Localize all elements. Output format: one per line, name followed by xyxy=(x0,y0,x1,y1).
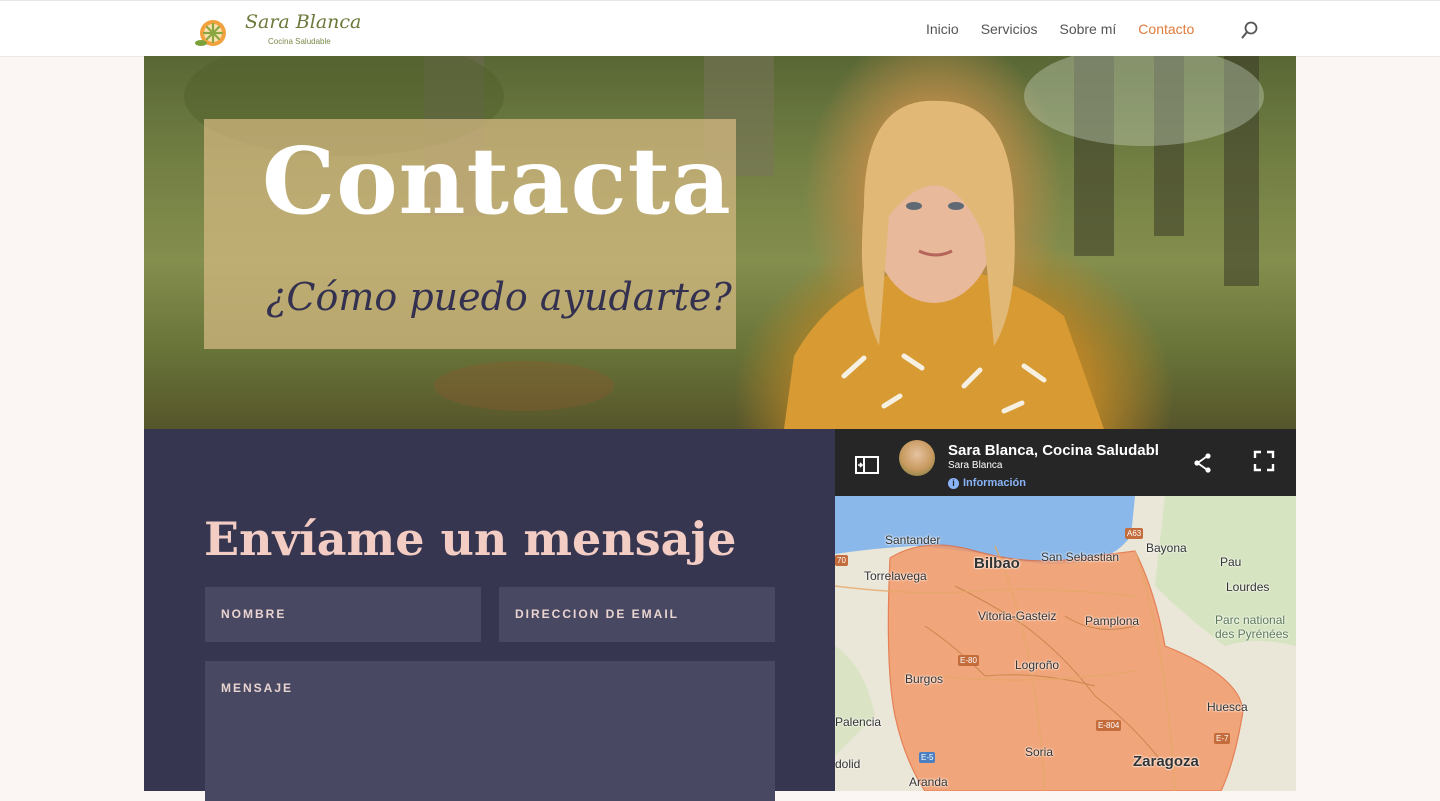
road-e5: E-5 xyxy=(919,752,936,763)
message-field[interactable]: MENSAJE xyxy=(205,661,775,801)
page-title: Contacta xyxy=(262,127,732,235)
share-icon[interactable] xyxy=(1191,451,1215,475)
map-header-bar: Sara Blanca, Cocina Saludabl Sara Blanca… xyxy=(835,429,1296,496)
map-title[interactable]: Sara Blanca, Cocina Saludabl xyxy=(948,442,1160,459)
logo-flower-icon xyxy=(195,20,226,46)
nav-item-contacto[interactable]: Contacto xyxy=(1138,20,1194,40)
main-nav: Inicio Servicios Sobre mí Contacto xyxy=(926,20,1216,40)
page-subtitle: ¿Cómo puedo ayudarte? xyxy=(266,275,732,319)
sidebar-toggle-icon[interactable] xyxy=(855,453,879,477)
map-label-huesca: Huesca xyxy=(1207,700,1248,714)
map-label-palencia: Palencia xyxy=(835,715,882,729)
map-label-san-sebastian: San Sebastian xyxy=(1041,550,1120,564)
site-header: Sara Blanca Cocina Saludable Inicio Serv… xyxy=(0,1,1440,56)
nav-item-servicios[interactable]: Servicios xyxy=(981,20,1038,40)
map-label-burgos: Burgos xyxy=(905,672,944,686)
map-label-pau: Pau xyxy=(1220,555,1242,569)
email-field[interactable]: DIRECCION DE EMAIL xyxy=(499,587,775,642)
road-e80: E-80 xyxy=(958,655,979,666)
road-a63: A63 xyxy=(1125,528,1144,539)
nav-item-sobre-mi[interactable]: Sobre mí xyxy=(1059,20,1116,40)
map-label-bayona: Bayona xyxy=(1146,541,1187,555)
map-label-vitoria-gasteiz: Vitoria-Gasteiz xyxy=(978,609,1057,623)
map-owner: Sara Blanca xyxy=(948,460,1003,471)
map-info-label: Información xyxy=(963,477,1026,489)
info-icon: i xyxy=(948,477,959,489)
road-e7: E-7 xyxy=(1214,733,1231,744)
map-embed: Sara Blanca, Cocina Saludabl Sara Blanca… xyxy=(835,429,1296,791)
hero-banner: Contacta ¿Cómo puedo ayudarte? xyxy=(144,56,1296,429)
fullscreen-icon[interactable] xyxy=(1252,449,1276,473)
avatar xyxy=(899,440,935,476)
map-label-zaragoza: Zaragoza xyxy=(1133,753,1199,770)
logo-name: Sara Blanca xyxy=(245,11,362,33)
contact-form-title: Envíame un mensaje xyxy=(204,512,737,566)
map-label-aranda: Aranda xyxy=(909,775,948,789)
map-label-valladolid: dolid xyxy=(835,757,861,771)
map-label-logrono: Logroño xyxy=(1015,658,1060,672)
nav-item-inicio[interactable]: Inicio xyxy=(926,20,959,40)
map-label-torrelavega: Torrelavega xyxy=(864,569,927,583)
road-e804: E-804 xyxy=(1096,720,1122,731)
map-label-parc-pyrenees: Parc national des Pyrénées xyxy=(1215,613,1289,641)
map-label-santander: Santander xyxy=(885,533,941,547)
road-70: 70 xyxy=(835,555,848,566)
search-icon[interactable] xyxy=(1241,21,1259,39)
map-label-soria: Soria xyxy=(1025,745,1054,759)
contact-form-section: Envíame un mensaje NOMBRE DIRECCION DE E… xyxy=(144,429,835,801)
map-label-lourdes: Lourdes xyxy=(1226,580,1270,594)
site-logo[interactable]: Sara Blanca Cocina Saludable xyxy=(193,11,363,49)
map-info-link[interactable]: i Información xyxy=(948,477,1026,489)
logo-tagline: Cocina Saludable xyxy=(268,37,331,46)
map-label-pamplona: Pamplona xyxy=(1085,614,1140,628)
name-field[interactable]: NOMBRE xyxy=(205,587,481,642)
map-label-bilbao: Bilbao xyxy=(974,555,1020,572)
